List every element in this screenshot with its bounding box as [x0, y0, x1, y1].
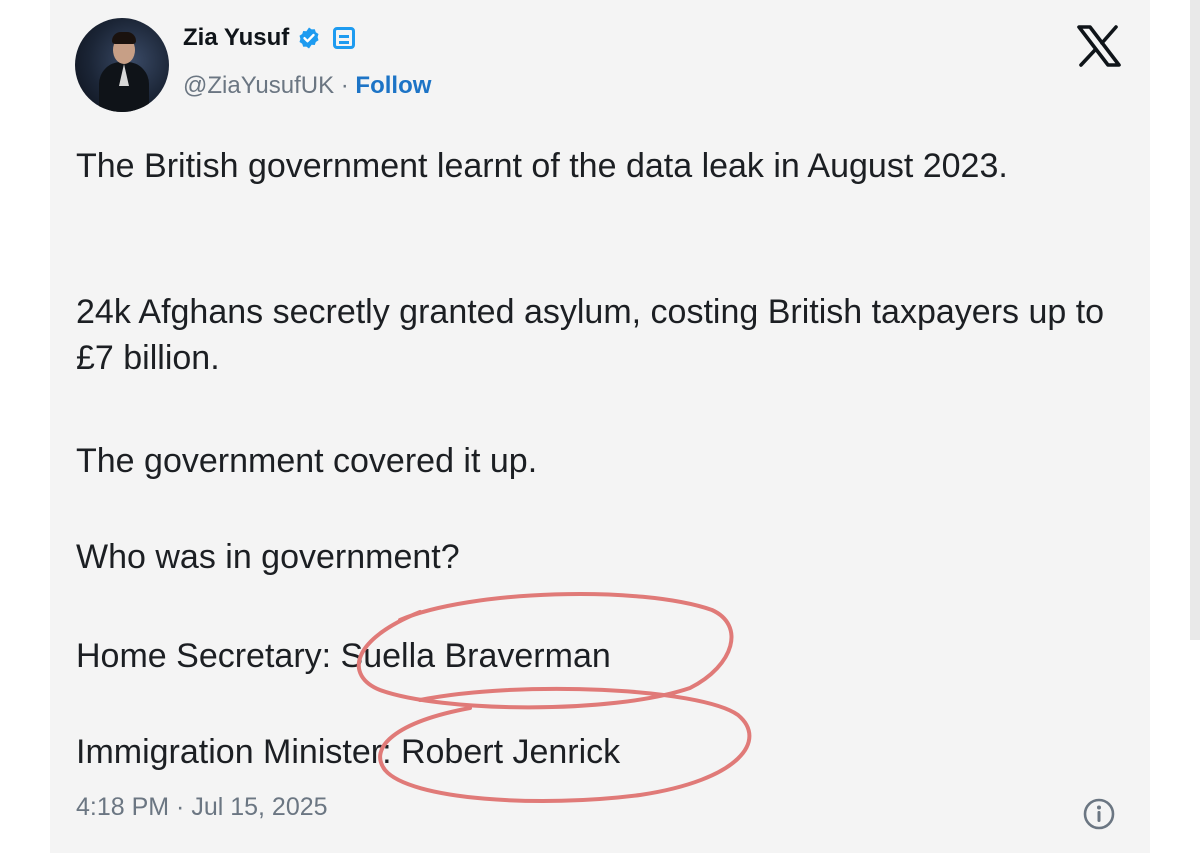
follow-button[interactable]: Follow [355, 72, 431, 99]
author-row: Zia Yusuf [183, 24, 356, 52]
verified-badge-icon [299, 27, 319, 49]
author-name[interactable]: Zia Yusuf [183, 24, 289, 52]
tweet-paragraph: 24k Afghans secretly granted asylum, cos… [76, 293, 1105, 377]
author-handle[interactable]: @ZiaYusufUK [183, 72, 334, 99]
avatar[interactable] [75, 18, 169, 112]
x-logo-icon[interactable] [1076, 24, 1122, 68]
tweet-card [50, 0, 1150, 853]
tweet-paragraph: The government covered it up. [76, 442, 538, 480]
info-icon[interactable] [1082, 797, 1116, 831]
avatar-figure-hair [112, 32, 136, 44]
tweet-paragraph-home-secretary: Home Secretary: Suella Braverman [76, 637, 611, 675]
tweet-paragraph: Who was in government? [76, 538, 460, 576]
tweet-paragraph: The British government learnt of the dat… [76, 147, 1008, 185]
tweet-paragraph-immigration-minister: Immigration Minister: Robert Jenrick [76, 733, 621, 771]
affiliation-badge-icon [333, 27, 356, 49]
page-edge-strip [1190, 0, 1200, 640]
handle-separator: · [334, 72, 356, 99]
tweet-timestamp[interactable]: 4:18 PM · Jul 15, 2025 [76, 793, 328, 822]
handle-row: @ZiaYusufUK · Follow [183, 72, 431, 100]
